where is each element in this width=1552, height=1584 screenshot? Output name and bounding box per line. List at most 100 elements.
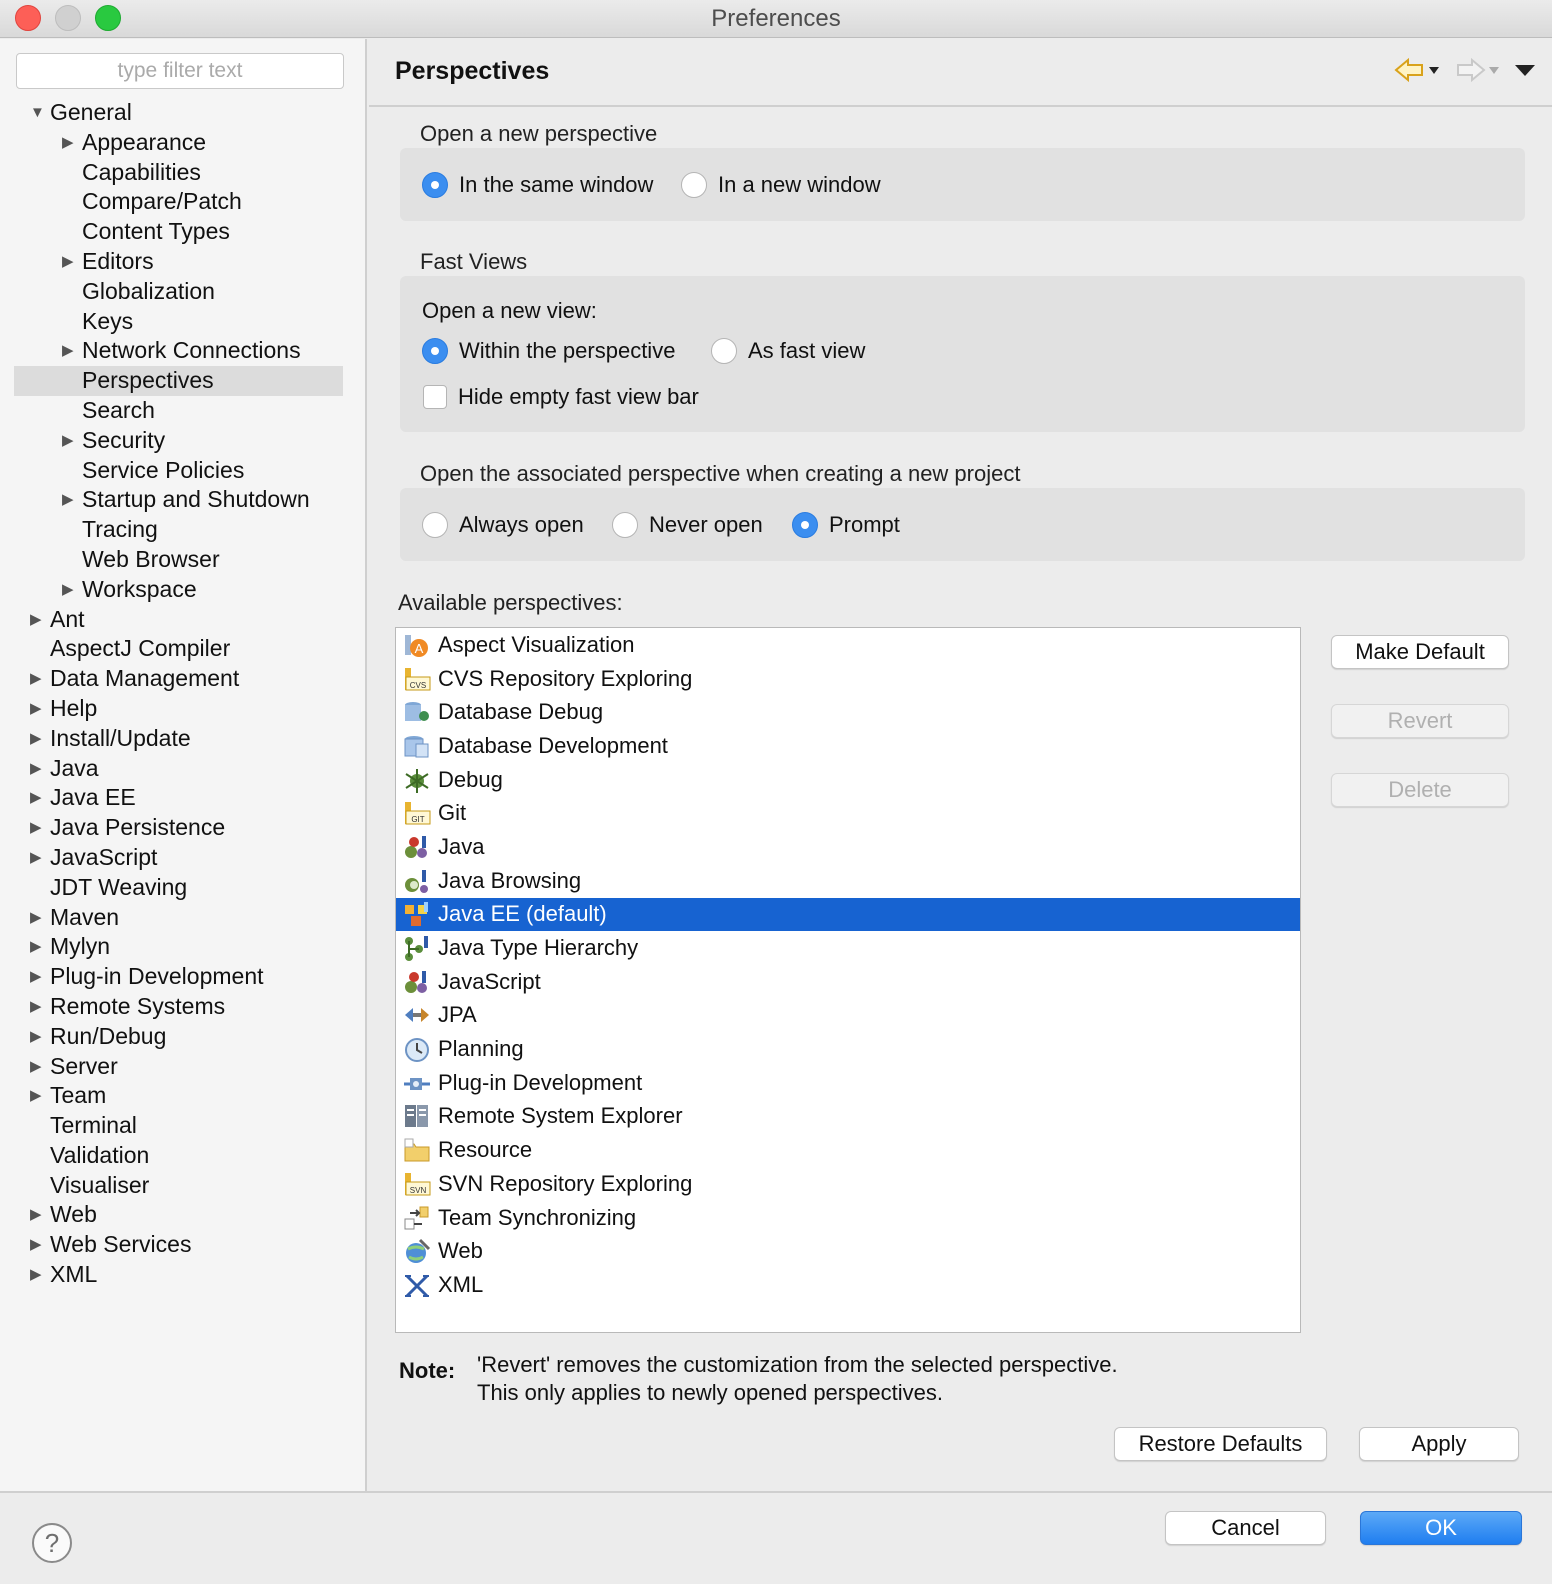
collapsed-arrow-icon[interactable]: ▶ — [30, 843, 48, 873]
tree-item[interactable]: ▶ Server — [0, 1052, 367, 1082]
collapsed-arrow-icon[interactable]: ▶ — [30, 1052, 48, 1082]
collapsed-arrow-icon[interactable]: ▶ — [30, 664, 48, 694]
tree-item[interactable]: ▶ Editors — [0, 247, 367, 277]
back-dropdown-icon[interactable] — [1428, 65, 1440, 75]
tree-item[interactable]: Globalization — [0, 277, 367, 307]
collapsed-arrow-icon[interactable]: ▶ — [30, 605, 48, 635]
tree-item[interactable]: ▶ XML — [0, 1260, 367, 1290]
forward-button[interactable] — [1454, 57, 1500, 83]
tree-item[interactable]: Search — [0, 396, 367, 426]
radio-within-perspective[interactable]: Within the perspective — [422, 338, 675, 364]
perspective-item[interactable]: Database Debug — [396, 695, 1300, 729]
tree-item[interactable]: ▶ Security — [0, 426, 367, 456]
perspective-item[interactable]: Java EE (default) — [396, 897, 1300, 932]
tree-item[interactable]: ▶ Help — [0, 694, 367, 724]
tree-item[interactable]: Capabilities — [0, 158, 367, 188]
tree-item[interactable]: ▶ Workspace — [0, 575, 367, 605]
tree-item[interactable]: JDT Weaving — [0, 873, 367, 903]
perspective-item[interactable]: Java Type Hierarchy — [396, 931, 1300, 965]
collapsed-arrow-icon[interactable]: ▶ — [30, 1230, 48, 1260]
perspective-item[interactable]: JavaScript — [396, 965, 1300, 999]
perspective-item[interactable]: XML — [396, 1268, 1300, 1302]
filter-input[interactable] — [16, 53, 344, 89]
checkbox-indicator[interactable] — [423, 385, 447, 409]
tree-item[interactable]: ▶ Team — [0, 1081, 367, 1111]
tree-item[interactable]: ▶ Run/Debug — [0, 1022, 367, 1052]
radio-prompt[interactable]: Prompt — [792, 512, 900, 538]
tree-item[interactable]: Visualiser — [0, 1171, 367, 1201]
radio-indicator[interactable] — [612, 512, 638, 538]
collapsed-arrow-icon[interactable]: ▶ — [30, 724, 48, 754]
collapsed-arrow-icon[interactable]: ▶ — [30, 962, 48, 992]
collapsed-arrow-icon[interactable]: ▶ — [30, 813, 48, 843]
perspective-item[interactable]: Debug — [396, 763, 1300, 797]
tree-item[interactable]: Web Browser — [0, 545, 367, 575]
radio-same-window[interactable]: In the same window — [422, 172, 653, 198]
help-icon[interactable]: ? — [32, 1523, 72, 1563]
collapsed-arrow-icon[interactable]: ▶ — [62, 426, 80, 456]
collapsed-arrow-icon[interactable]: ▶ — [30, 1081, 48, 1111]
radio-always-open[interactable]: Always open — [422, 512, 584, 538]
perspective-item[interactable]: Java Browsing — [396, 864, 1300, 898]
tree-item[interactable]: Terminal — [0, 1111, 367, 1141]
collapsed-arrow-icon[interactable]: ▶ — [30, 1260, 48, 1290]
perspective-item[interactable]: A Aspect Visualization — [396, 628, 1300, 662]
radio-indicator[interactable] — [422, 338, 448, 364]
perspective-item[interactable]: Database Development — [396, 729, 1300, 763]
view-menu-button[interactable] — [1514, 63, 1536, 77]
tree-item[interactable]: ▶ Mylyn — [0, 932, 367, 962]
tree-item[interactable]: Validation — [0, 1141, 367, 1171]
collapsed-arrow-icon[interactable]: ▶ — [62, 128, 80, 158]
tree-item[interactable]: Compare/Patch — [0, 187, 367, 217]
perspective-item[interactable]: Resource — [396, 1133, 1300, 1167]
tree-item[interactable]: ▶ Network Connections — [0, 336, 367, 366]
tree-item[interactable]: ▶ Web — [0, 1200, 367, 1230]
radio-indicator[interactable] — [792, 512, 818, 538]
tree-item[interactable]: ▶ Web Services — [0, 1230, 367, 1260]
collapsed-arrow-icon[interactable]: ▶ — [30, 992, 48, 1022]
tree-item[interactable]: ▶ Startup and Shutdown — [0, 485, 367, 515]
radio-indicator[interactable] — [681, 172, 707, 198]
close-window-button[interactable] — [15, 5, 41, 31]
make-default-button[interactable]: Make Default — [1331, 635, 1509, 669]
tree-item[interactable]: ▶ Data Management — [0, 664, 367, 694]
perspective-item[interactable]: Java — [396, 830, 1300, 864]
radio-indicator[interactable] — [422, 512, 448, 538]
tree-item[interactable]: ▶ Java — [0, 754, 367, 784]
available-perspectives-list[interactable]: A Aspect Visualization CVS CVS Repository E… — [395, 627, 1301, 1333]
tree-item[interactable]: ▶ Appearance — [0, 128, 367, 158]
expanded-arrow-icon[interactable]: ▼ — [30, 98, 48, 128]
collapsed-arrow-icon[interactable]: ▶ — [30, 783, 48, 813]
tree-item[interactable]: ▶ Remote Systems — [0, 992, 367, 1022]
ok-button[interactable]: OK — [1360, 1511, 1522, 1545]
minimize-window-button[interactable] — [55, 5, 81, 31]
tree-item[interactable]: ▶ Maven — [0, 903, 367, 933]
tree-item[interactable]: ▶ Java Persistence — [0, 813, 367, 843]
tree-item[interactable]: ▼ General — [0, 98, 367, 128]
tree-item[interactable]: Keys — [0, 307, 367, 337]
collapsed-arrow-icon[interactable]: ▶ — [30, 932, 48, 962]
radio-as-fast-view[interactable]: As fast view — [711, 338, 865, 364]
tree-item[interactable]: ▶ Plug-in Development — [0, 962, 367, 992]
perspective-item[interactable]: CVS CVS Repository Exploring — [396, 662, 1300, 696]
checkbox-hide-fast-view-bar[interactable]: Hide empty fast view bar — [423, 384, 699, 410]
zoom-window-button[interactable] — [95, 5, 121, 31]
back-button[interactable] — [1394, 57, 1440, 83]
perspective-item[interactable]: Team Synchronizing — [396, 1201, 1300, 1235]
radio-indicator[interactable] — [422, 172, 448, 198]
collapsed-arrow-icon[interactable]: ▶ — [62, 485, 80, 515]
tree-item[interactable]: ▶ Java EE — [0, 783, 367, 813]
tree-item[interactable]: Service Policies — [0, 456, 367, 486]
delete-button[interactable]: Delete — [1331, 773, 1509, 807]
radio-never-open[interactable]: Never open — [612, 512, 763, 538]
restore-defaults-button[interactable]: Restore Defaults — [1114, 1427, 1327, 1461]
tree-item[interactable]: ▶ Ant — [0, 605, 367, 635]
tree-item[interactable]: Content Types — [0, 217, 367, 247]
perspective-item[interactable]: JPA — [396, 999, 1300, 1033]
collapsed-arrow-icon[interactable]: ▶ — [30, 1022, 48, 1052]
forward-dropdown-icon[interactable] — [1488, 65, 1500, 75]
revert-button[interactable]: Revert — [1331, 704, 1509, 738]
cancel-button[interactable]: Cancel — [1165, 1511, 1326, 1545]
tree-item[interactable]: Perspectives — [14, 366, 343, 396]
apply-button[interactable]: Apply — [1359, 1427, 1519, 1461]
